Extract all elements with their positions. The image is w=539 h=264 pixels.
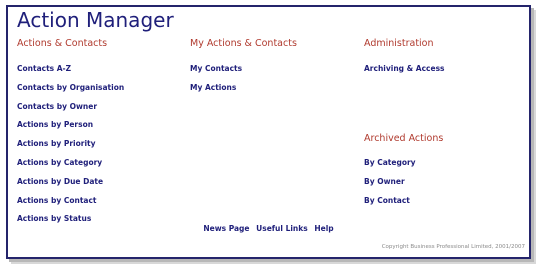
link-by-owner[interactable]: By Owner	[364, 177, 405, 187]
action-manager-panel: Action Manager Actions & Contacts Contac…	[6, 5, 531, 259]
column-administration: Administration Archiving & Access Archiv…	[364, 38, 534, 205]
page-title: Action Manager	[17, 8, 174, 32]
link-contacts-by-owner[interactable]: Contacts by Owner	[17, 102, 97, 112]
link-actions-by-person[interactable]: Actions by Person	[17, 120, 93, 130]
section-heading-my-actions-contacts: My Actions & Contacts	[190, 38, 297, 49]
footer-link-help[interactable]: Help	[314, 224, 333, 233]
section-heading-administration: Administration	[364, 38, 434, 49]
link-actions-by-status[interactable]: Actions by Status	[17, 214, 91, 224]
section-heading-actions-contacts: Actions & Contacts	[17, 38, 108, 49]
link-contacts-by-organisation[interactable]: Contacts by Organisation	[17, 83, 124, 93]
link-actions-by-due-date[interactable]: Actions by Due Date	[17, 177, 103, 187]
column-my-actions-contacts: My Actions & Contacts My Contacts My Act…	[190, 38, 360, 92]
link-actions-by-contact[interactable]: Actions by Contact	[17, 196, 97, 206]
link-contacts-a-z[interactable]: Contacts A-Z	[17, 64, 71, 74]
footer-nav: News Page Useful Links Help	[8, 224, 529, 233]
link-archiving-access[interactable]: Archiving & Access	[364, 64, 445, 74]
section-heading-archived-actions: Archived Actions	[364, 133, 444, 144]
column-actions-contacts: Actions & Contacts Contacts A-Z Contacts…	[17, 38, 187, 223]
link-my-contacts[interactable]: My Contacts	[190, 64, 242, 74]
footer-link-news-page[interactable]: News Page	[203, 224, 249, 233]
link-by-contact[interactable]: By Contact	[364, 196, 410, 206]
footer-link-useful-links[interactable]: Useful Links	[256, 224, 308, 233]
link-actions-by-category[interactable]: Actions by Category	[17, 158, 102, 168]
copyright-notice: Copyright Business Professional Limited,…	[381, 244, 525, 250]
link-by-category[interactable]: By Category	[364, 158, 416, 168]
link-my-actions[interactable]: My Actions	[190, 83, 236, 93]
link-actions-by-priority[interactable]: Actions by Priority	[17, 139, 96, 149]
